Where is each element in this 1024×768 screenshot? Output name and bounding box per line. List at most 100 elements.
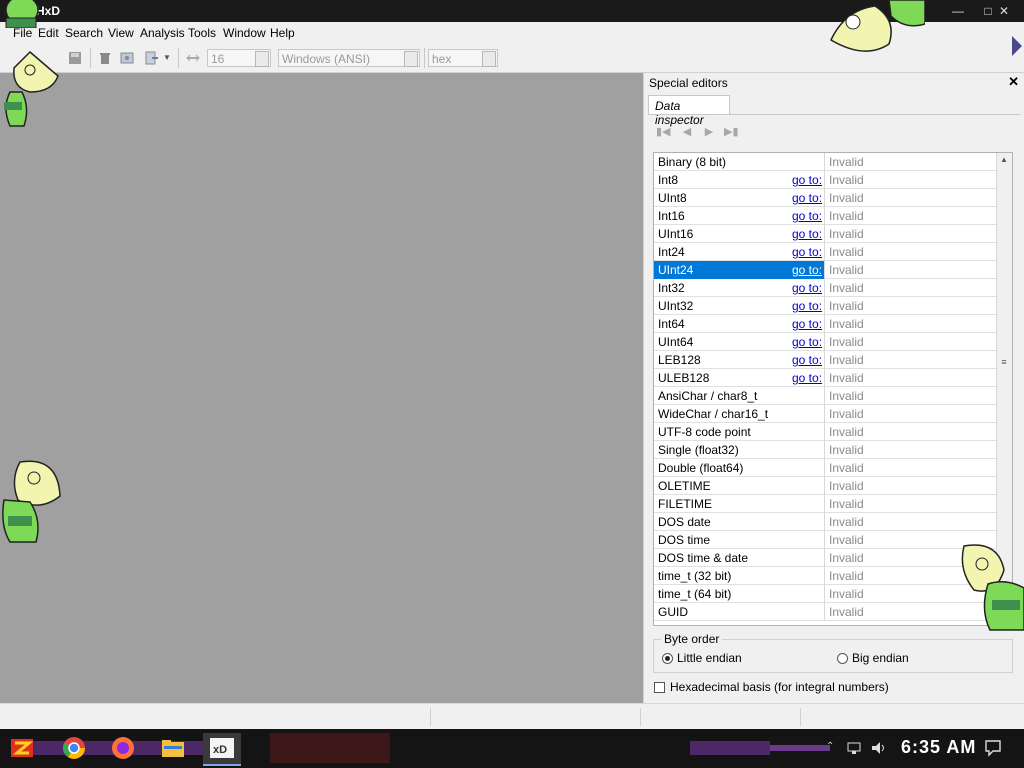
inspector-row[interactable]: DOS date Invalid (654, 513, 996, 531)
inspector-row-value[interactable]: Invalid (829, 587, 864, 601)
inspector-row-value[interactable]: Invalid (829, 443, 864, 457)
hxd-taskbar-button[interactable]: xD (203, 733, 241, 766)
inspector-row-value[interactable]: Invalid (829, 317, 864, 331)
inspector-row-value[interactable]: Invalid (829, 209, 864, 223)
goto-link[interactable]: go to: (792, 281, 822, 295)
file-explorer-icon[interactable] (160, 735, 186, 761)
inspector-row[interactable]: UInt16 go to: Invalid (654, 225, 996, 243)
menu-edit[interactable]: Edit (38, 26, 59, 40)
inspector-row[interactable]: DOS time Invalid (654, 531, 996, 549)
inspector-row[interactable]: WideChar / char16_t Invalid (654, 405, 996, 423)
inspector-row[interactable]: GUID Invalid (654, 603, 996, 621)
inspector-row-value[interactable]: Invalid (829, 263, 864, 277)
menu-search[interactable]: Search (65, 26, 103, 40)
inspector-row[interactable]: ULEB128 go to: Invalid (654, 369, 996, 387)
bytes-per-row-select[interactable]: 16 (207, 49, 271, 67)
inspector-row[interactable]: OLETIME Invalid (654, 477, 996, 495)
inspector-row[interactable]: Int8 go to: Invalid (654, 171, 996, 189)
panel-close-button[interactable]: ✕ (1008, 74, 1019, 90)
inspector-row-value[interactable]: Invalid (829, 461, 864, 475)
inspector-row-value[interactable]: Invalid (829, 497, 864, 511)
inspector-row[interactable]: Int64 go to: Invalid (654, 315, 996, 333)
first-icon[interactable]: ▮◀ (656, 125, 671, 139)
save-icon[interactable] (68, 51, 82, 65)
menu-view[interactable]: View (108, 26, 134, 40)
inspector-row[interactable]: time_t (32 bit) Invalid (654, 567, 996, 585)
inspector-row-value[interactable]: Invalid (829, 407, 864, 421)
inspector-row-value[interactable]: Invalid (829, 173, 864, 187)
goto-link[interactable]: go to: (792, 263, 822, 277)
inspector-row[interactable]: UTF-8 code point Invalid (654, 423, 996, 441)
inspector-row[interactable]: Single (float32) Invalid (654, 441, 996, 459)
offset-base-select[interactable]: hex (428, 49, 498, 67)
menu-file[interactable]: File (13, 26, 32, 40)
menu-window[interactable]: Window (223, 26, 266, 40)
menu-analysis[interactable]: Analysis (140, 26, 185, 40)
inspector-row-value[interactable]: Invalid (829, 605, 864, 619)
big-endian-label[interactable]: Big endian (852, 651, 909, 665)
little-endian-radio[interactable] (662, 653, 673, 664)
inspector-row-value[interactable]: Invalid (829, 191, 864, 205)
hex-basis-label[interactable]: Hexadecimal basis (for integral numbers) (670, 680, 889, 694)
menu-tools[interactable]: Tools (188, 26, 216, 40)
little-endian-label[interactable]: Little endian (677, 651, 742, 665)
inspector-row-value[interactable]: Invalid (829, 245, 864, 259)
goto-link[interactable]: go to: (792, 227, 822, 241)
hex-basis-checkbox[interactable] (654, 682, 665, 693)
inspector-row[interactable]: Int16 go to: Invalid (654, 207, 996, 225)
inspector-row[interactable]: DOS time & date Invalid (654, 549, 996, 567)
inspector-row-value[interactable]: Invalid (829, 335, 864, 349)
chrome-icon[interactable] (61, 735, 87, 761)
inspector-row-value[interactable]: Invalid (829, 299, 864, 313)
goto-link[interactable]: go to: (792, 191, 822, 205)
taskbar-clock[interactable]: 6:35 AM (901, 737, 976, 758)
editor-workspace[interactable] (0, 73, 643, 703)
previous-icon[interactable]: ◀ (680, 125, 694, 139)
inspector-row[interactable]: LEB128 go to: Invalid (654, 351, 996, 369)
tray-chevron-icon[interactable]: ⌃ (826, 741, 834, 752)
goto-link[interactable]: go to: (792, 245, 822, 259)
menu-help[interactable]: Help (270, 26, 295, 40)
inspector-row-value[interactable]: Invalid (829, 533, 864, 547)
inspector-row[interactable]: Int32 go to: Invalid (654, 279, 996, 297)
inspector-row[interactable]: Double (float64) Invalid (654, 459, 996, 477)
goto-link[interactable]: go to: (792, 371, 822, 385)
inspector-row[interactable]: time_t (64 bit) Invalid (654, 585, 996, 603)
inspector-row-value[interactable]: Invalid (829, 389, 864, 403)
goto-link[interactable]: go to: (792, 173, 822, 187)
scroll-grip-icon[interactable]: ≡ (999, 357, 1009, 367)
goto-link[interactable]: go to: (792, 353, 822, 367)
network-icon[interactable] (846, 740, 862, 756)
goto-link[interactable]: go to: (792, 317, 822, 331)
properties-icon[interactable] (120, 51, 134, 65)
inspector-row-value[interactable]: Invalid (829, 281, 864, 295)
inspector-row[interactable]: FILETIME Invalid (654, 495, 996, 513)
charset-select[interactable]: Windows (ANSI) (278, 49, 420, 67)
inspector-row[interactable]: Binary (8 bit) Invalid (654, 153, 996, 171)
inspector-row-value[interactable]: Invalid (829, 155, 864, 169)
inspector-row[interactable]: UInt64 go to: Invalid (654, 333, 996, 351)
inspector-row[interactable]: UInt32 go to: Invalid (654, 297, 996, 315)
inspector-row-value[interactable]: Invalid (829, 551, 864, 565)
big-endian-radio[interactable] (837, 653, 848, 664)
inspector-row-value[interactable]: Invalid (829, 425, 864, 439)
inspector-row[interactable]: UInt8 go to: Invalid (654, 189, 996, 207)
goto-link[interactable]: go to: (792, 335, 822, 349)
inspector-row-value[interactable]: Invalid (829, 515, 864, 529)
notifications-icon[interactable] (984, 739, 1002, 757)
inspector-row-value[interactable]: Invalid (829, 227, 864, 241)
tab-data-inspector[interactable]: Data inspector (648, 95, 730, 127)
firefox-icon[interactable] (110, 735, 136, 761)
last-icon[interactable]: ▶▮ (724, 125, 739, 139)
inspector-row-value[interactable]: Invalid (829, 479, 864, 493)
inspector-row-value[interactable]: Invalid (829, 371, 864, 385)
export-icon[interactable] (145, 51, 159, 65)
export-dropdown-arrow[interactable]: ▼ (163, 53, 171, 62)
goto-link[interactable]: go to: (792, 209, 822, 223)
inspector-row-value[interactable]: Invalid (829, 353, 864, 367)
inspector-row-value[interactable]: Invalid (829, 569, 864, 583)
inspector-row[interactable]: Int24 go to: Invalid (654, 243, 996, 261)
inspector-row[interactable]: UInt24 go to: Invalid (654, 261, 996, 279)
start-icon[interactable] (9, 735, 35, 761)
next-icon[interactable]: ▶ (702, 125, 716, 139)
